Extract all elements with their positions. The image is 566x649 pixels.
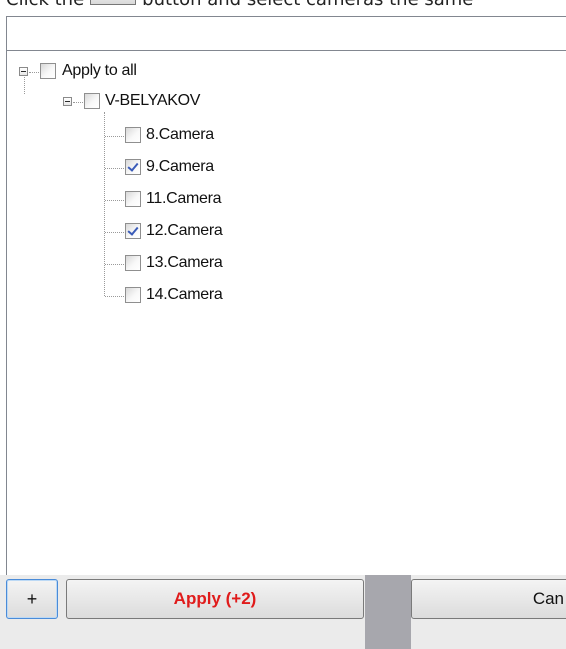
tree-connector-camera	[105, 136, 124, 137]
camera-label-11: 11.Camera	[146, 190, 222, 207]
tree-connector-camera	[105, 200, 124, 201]
camera-row: 8.Camera	[7, 125, 307, 147]
apply-to-all-checkbox[interactable]	[40, 63, 56, 79]
camera-label-12: 12.Camera	[146, 222, 223, 239]
tree-connector-camera	[105, 264, 124, 265]
dialog-header-field[interactable]	[7, 17, 566, 51]
server-checkbox[interactable]	[84, 93, 100, 109]
camera-checkbox-9[interactable]	[125, 159, 141, 175]
camera-checkbox-8[interactable]	[125, 127, 141, 143]
inline-button-icon	[90, 0, 137, 5]
camera-row: 14.Camera	[7, 285, 307, 307]
camera-row: 11.Camera	[7, 189, 307, 211]
apply-to-all-label: Apply to all	[62, 62, 137, 79]
toolbar-separator	[365, 575, 411, 649]
tree-connector-camera	[105, 168, 124, 169]
camera-tree: Apply to all V-BELYAKOV 8.Camera 9.Camer…	[7, 51, 566, 609]
add-button[interactable]: +	[6, 579, 58, 619]
server-expander-icon[interactable]	[63, 97, 72, 106]
tree-connector-root	[29, 72, 39, 73]
camera-label-14: 14.Camera	[146, 286, 223, 303]
tree-connector-server	[73, 102, 83, 103]
camera-checkbox-14[interactable]	[125, 287, 141, 303]
camera-label-13: 13.Camera	[146, 254, 223, 271]
camera-label-8: 8.Camera	[146, 126, 214, 143]
camera-selection-window: Click the button and select cameras the …	[0, 0, 566, 649]
cancel-button[interactable]: Can	[411, 579, 566, 619]
instruction-before: Click the	[6, 0, 84, 10]
instruction-text: Click the button and select cameras the …	[6, 0, 473, 10]
instruction-after: button and select cameras the same	[142, 0, 473, 10]
bottom-toolbar: + Apply (+2) Can	[0, 575, 566, 649]
tree-server-row: V-BELYAKOV	[7, 91, 307, 113]
root-expander-icon[interactable]	[19, 67, 28, 76]
camera-checkbox-12[interactable]	[125, 223, 141, 239]
camera-checkbox-11[interactable]	[125, 191, 141, 207]
camera-row: 13.Camera	[7, 253, 307, 275]
apply-button[interactable]: Apply (+2)	[66, 579, 364, 619]
camera-dialog: Apply to all V-BELYAKOV 8.Camera 9.Camer…	[6, 16, 566, 649]
tree-connector-camera	[105, 232, 124, 233]
tree-connector-camera	[105, 296, 124, 297]
camera-checkbox-13[interactable]	[125, 255, 141, 271]
camera-row: 12.Camera	[7, 221, 307, 243]
camera-label-9: 9.Camera	[146, 158, 214, 175]
camera-row: 9.Camera	[7, 157, 307, 179]
tree-root-row: Apply to all	[7, 61, 267, 83]
server-label: V-BELYAKOV	[105, 92, 201, 109]
